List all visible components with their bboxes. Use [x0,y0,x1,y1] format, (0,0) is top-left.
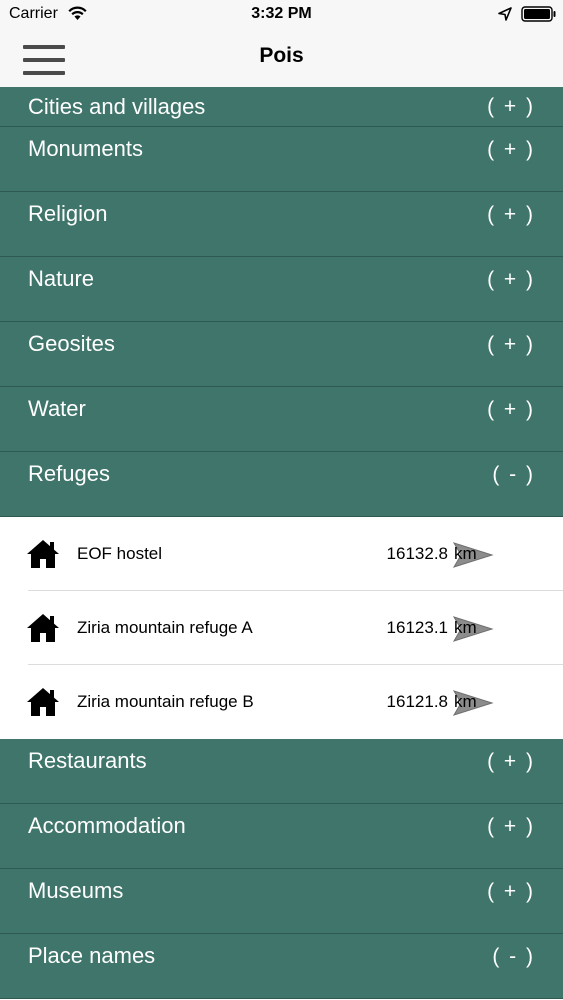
category-row-cities-and-villages[interactable]: Cities and villages ( + ) [0,87,563,127]
refuges-sublist: EOF hostel 16132.8 km Ziria mountain ref… [0,517,563,739]
poi-row-ziria-mountain-refuge-a[interactable]: Ziria mountain refuge A 16123.1 km [0,591,563,665]
category-row-water[interactable]: Water ( + ) [0,387,563,452]
poi-distance-unit: km [454,544,477,563]
category-label: Cities and villages [28,94,206,119]
category-label: Monuments [28,136,143,161]
category-label: Museums [28,878,124,903]
category-row-religion[interactable]: Religion ( + ) [0,192,563,257]
house-icon [27,540,59,568]
house-icon [27,614,59,642]
expand-toggle[interactable]: ( + ) [487,808,535,846]
category-label: Refuges [28,461,110,486]
poi-name: EOF hostel [77,544,163,563]
category-row-refuges[interactable]: Refuges ( - ) [0,452,563,517]
status-bar: Carrier 3:32 PM [0,0,563,30]
expand-toggle[interactable]: ( + ) [487,743,535,781]
expand-toggle[interactable]: ( + ) [487,261,535,299]
category-row-monuments[interactable]: Monuments ( + ) [0,127,563,192]
category-row-restaurants[interactable]: Restaurants ( + ) [0,739,563,804]
expand-toggle[interactable]: ( + ) [487,391,535,429]
category-label: Place names [28,943,156,968]
status-time: 3:32 PM [251,5,312,22]
poi-distance: 16121.8 [386,692,448,711]
collapse-toggle[interactable]: ( - ) [492,456,535,494]
page-title: Pois [259,44,304,67]
poi-distance: 16123.1 [386,618,448,637]
expand-toggle[interactable]: ( + ) [487,87,535,126]
location-arrow-icon [498,7,512,21]
collapse-toggle[interactable]: ( - ) [492,938,535,976]
poi-category-list: Cities and villages ( + ) Monuments ( + … [0,87,563,999]
category-row-museums[interactable]: Museums ( + ) [0,869,563,934]
poi-row-eof-hostel[interactable]: EOF hostel 16132.8 km [0,517,563,591]
navigation-bar: Pois [0,30,563,87]
poi-distance-unit: km [454,692,477,711]
category-label: Nature [28,266,95,291]
hamburger-line [23,71,65,75]
expand-toggle[interactable]: ( + ) [487,873,535,911]
category-label: Water [28,396,86,421]
category-row-nature[interactable]: Nature ( + ) [0,257,563,322]
poi-distance: 16132.8 [386,544,448,563]
house-icon [27,688,59,716]
expand-toggle[interactable]: ( + ) [487,131,535,169]
expand-toggle[interactable]: ( + ) [487,196,535,234]
poi-distance-unit: km [454,618,477,637]
category-row-place-names[interactable]: Place names ( - ) [0,934,563,999]
poi-name: Ziria mountain refuge B [77,692,254,711]
poi-row-ziria-mountain-refuge-b[interactable]: Ziria mountain refuge B 16121.8 km [0,665,563,739]
category-label: Accommodation [28,813,186,838]
category-label: Religion [28,201,108,226]
expand-toggle[interactable]: ( + ) [487,326,535,364]
poi-name: Ziria mountain refuge A [77,618,253,637]
battery-icon [521,6,556,22]
category-row-geosites[interactable]: Geosites ( + ) [0,322,563,387]
category-label: Restaurants [28,748,147,773]
category-label: Geosites [28,331,115,356]
category-row-accommodation[interactable]: Accommodation ( + ) [0,804,563,869]
